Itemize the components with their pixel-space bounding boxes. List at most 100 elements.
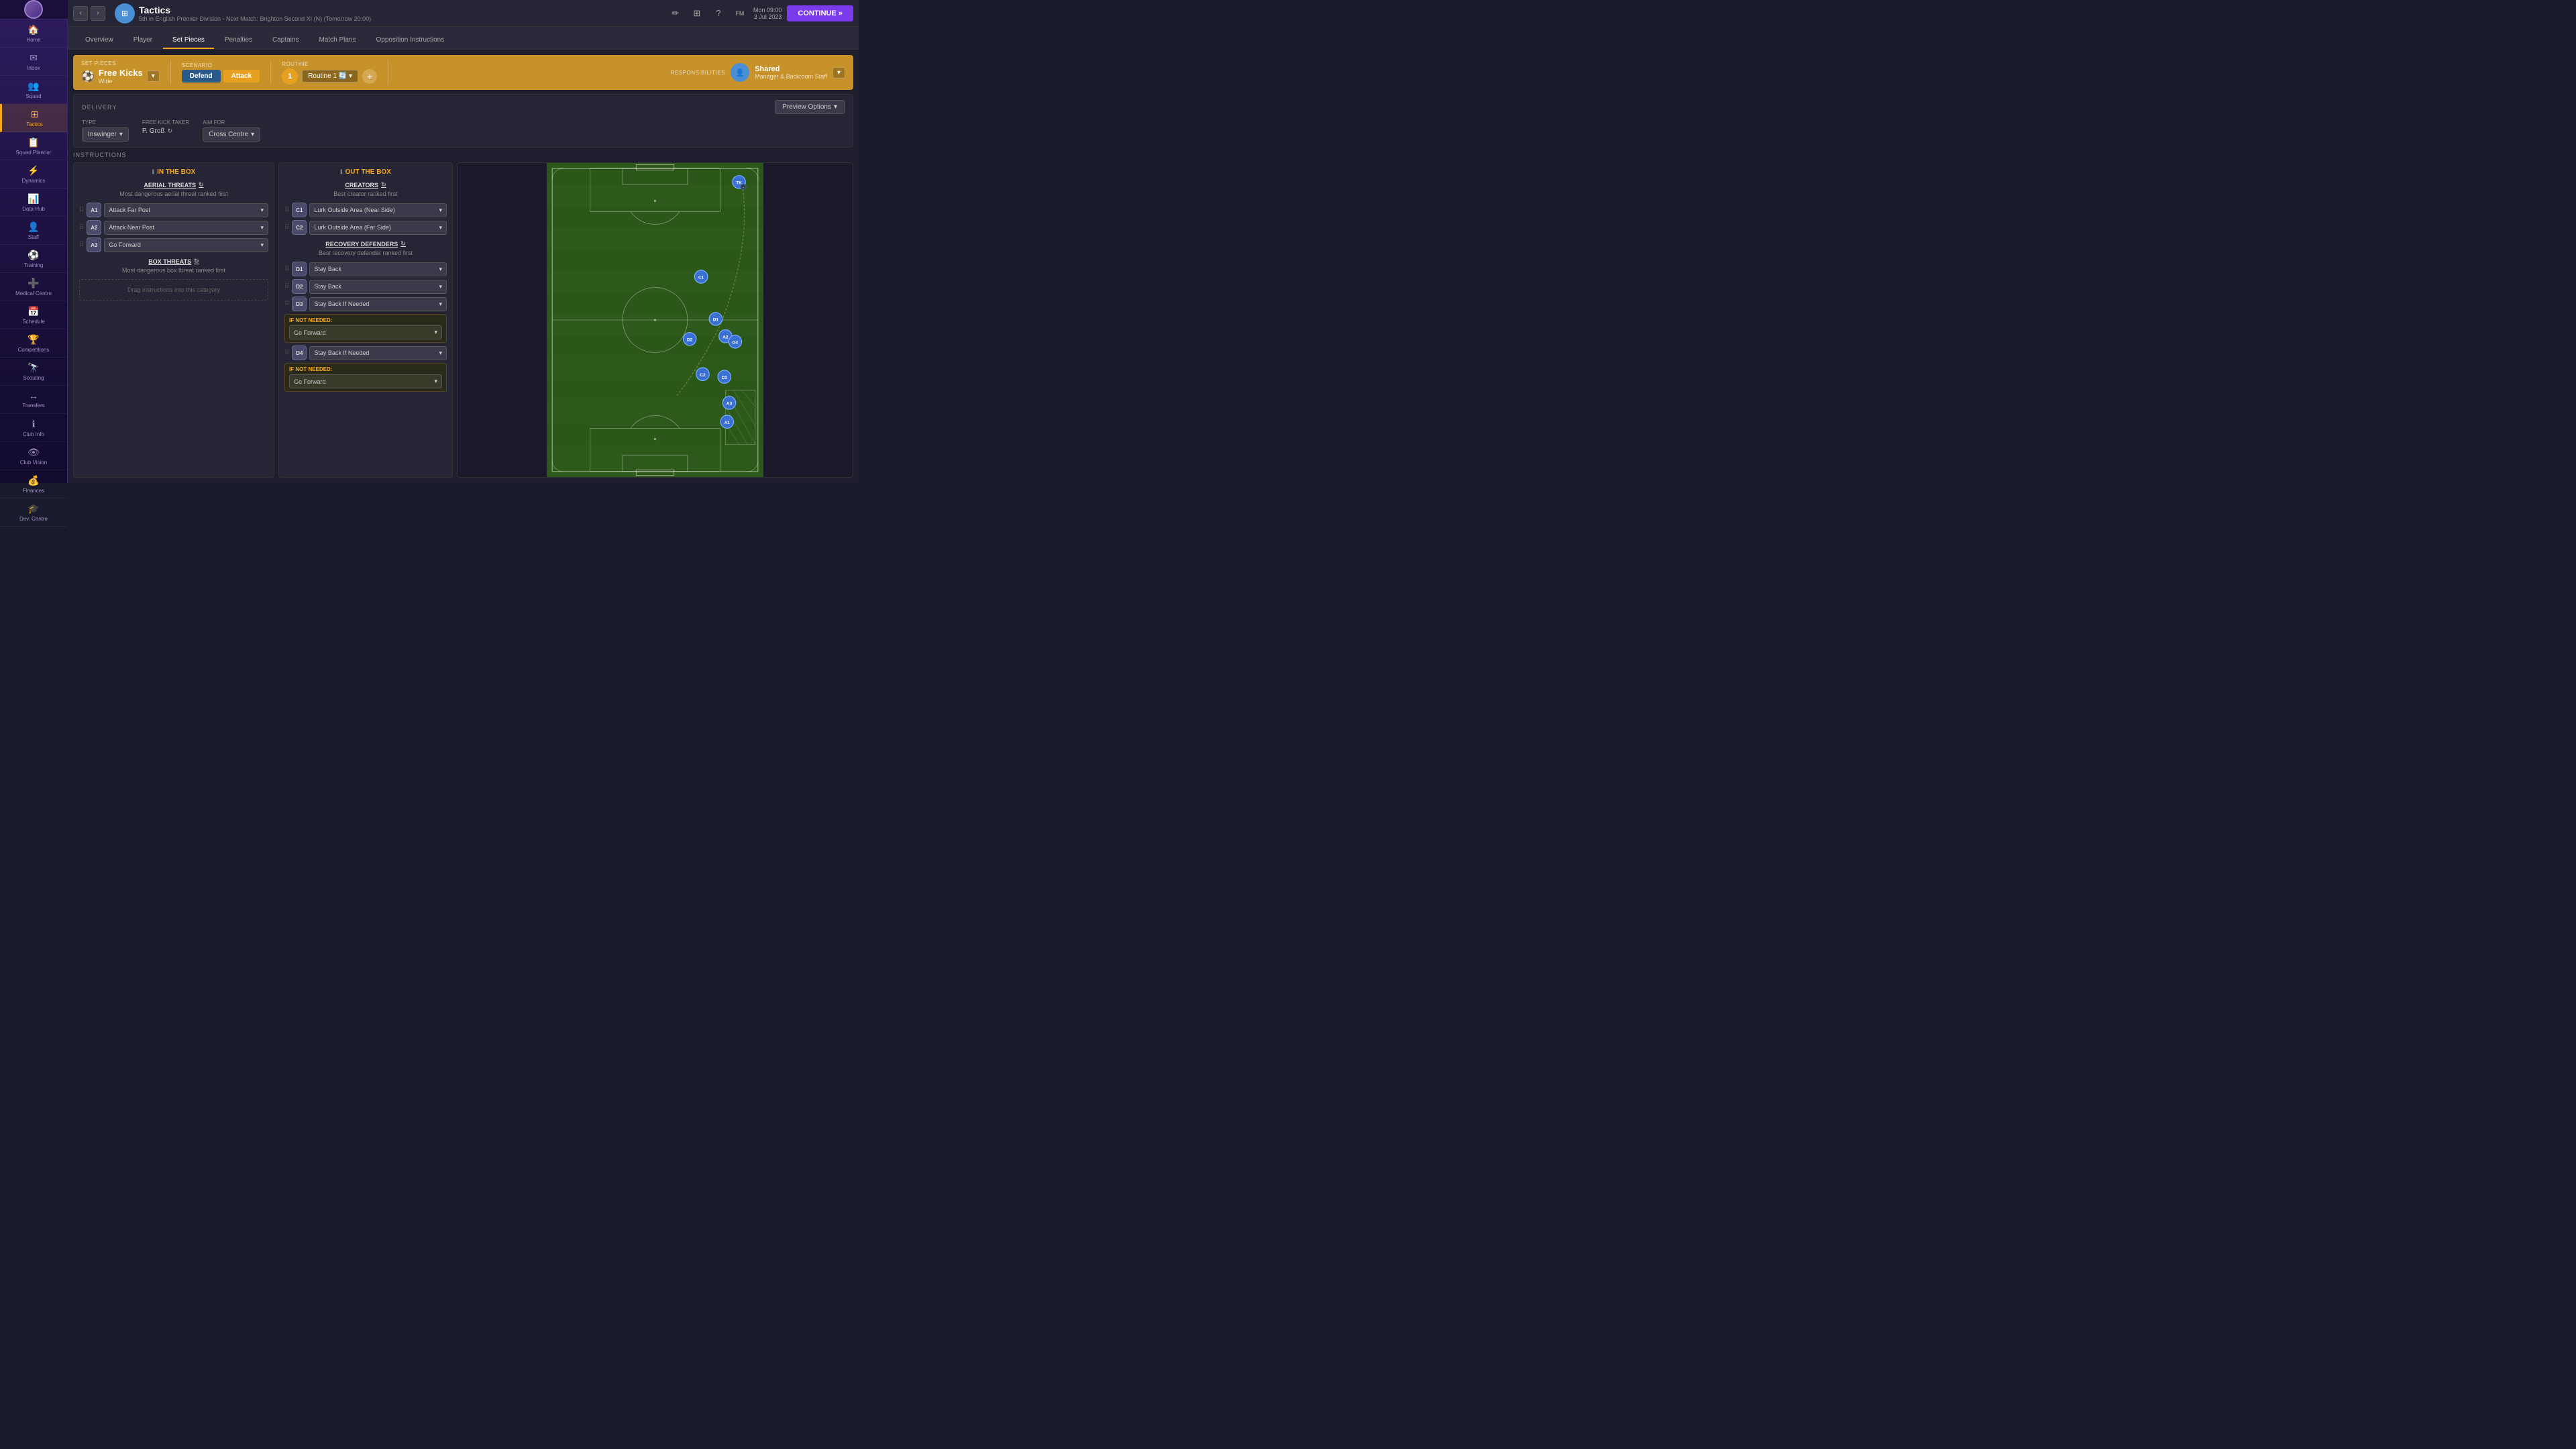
sidebar-item-inbox[interactable]: ✉ Inbox bbox=[0, 48, 67, 76]
attack-button[interactable]: Attack bbox=[223, 70, 260, 83]
tab-opposition[interactable]: Opposition Instructions bbox=[367, 32, 454, 49]
creators-title-text: CREATORS bbox=[345, 182, 378, 189]
drag-handle[interactable]: ⠿ bbox=[79, 224, 84, 231]
in-box-info-icon[interactable]: ℹ bbox=[152, 168, 154, 176]
sidebar-item-squad[interactable]: 👥 Squad bbox=[0, 76, 67, 104]
if-not-select-2[interactable]: Go Forward ▾ bbox=[289, 374, 442, 388]
if-not-select-1[interactable]: Go Forward ▾ bbox=[289, 325, 442, 339]
recovery-d3: ⠿ D3 Stay Back If Needed ▾ bbox=[284, 297, 447, 311]
sidebar-item-squad-planner[interactable]: 📋 Squad Planner bbox=[0, 132, 67, 160]
help-icon[interactable]: ? bbox=[710, 5, 727, 21]
delivery-fields: TYPE Inswinger ▾ FREE KICK TAKER P. Groß… bbox=[82, 119, 845, 142]
sp-dropdown-button[interactable]: ▾ bbox=[147, 70, 160, 82]
date-full: 3 Jul 2023 bbox=[753, 13, 782, 20]
tab-player[interactable]: Player bbox=[124, 32, 162, 49]
sidebar-item-training[interactable]: ⚽ Training bbox=[0, 245, 67, 273]
player-badge-c1: C1 bbox=[292, 203, 307, 217]
creator-c2: ⠿ C2 Lurk Outside Area (Far Side) ▾ bbox=[284, 220, 447, 235]
instruction-select-a2[interactable]: Attack Near Post ▾ bbox=[104, 221, 268, 235]
drag-handle[interactable]: ⠿ bbox=[284, 283, 289, 290]
type-select[interactable]: Inswinger ▾ bbox=[82, 127, 129, 142]
routine-add-button[interactable]: + bbox=[362, 69, 377, 84]
aim-select[interactable]: Cross Centre ▾ bbox=[203, 127, 260, 142]
recovery2-select-d4[interactable]: Stay Back If Needed ▾ bbox=[309, 346, 447, 360]
aerial-threats-refresh-icon[interactable]: ↻ bbox=[199, 181, 204, 189]
puzzle-icon[interactable]: ⊞ bbox=[689, 5, 705, 21]
nav-back-button[interactable]: ‹ bbox=[73, 6, 88, 21]
creator-c1: ⠿ C1 Lurk Outside Area (Near Side) ▾ bbox=[284, 203, 447, 217]
tab-captains[interactable]: Captains bbox=[263, 32, 308, 49]
sidebar-item-tactics[interactable]: ⊞ Tactics bbox=[0, 104, 67, 132]
sidebar-item-medical[interactable]: ➕ Medical Centre bbox=[0, 273, 67, 301]
recovery-chevron: ▾ bbox=[439, 266, 442, 273]
delivery-header: DELIVERY Preview Options ▾ bbox=[82, 100, 845, 114]
sidebar-label-squad-planner: Squad Planner bbox=[16, 150, 52, 156]
routine-select[interactable]: Routine 1 🔄 ▾ bbox=[302, 70, 358, 83]
creators-list: ⠿ C1 Lurk Outside Area (Near Side) ▾ ⠿ C… bbox=[284, 203, 447, 235]
resp-dropdown-button[interactable]: ▾ bbox=[833, 67, 845, 78]
sidebar-label-scouting: Scouting bbox=[23, 375, 44, 381]
aerial-threats-title: AERIAL THREATS ↻ bbox=[79, 181, 268, 189]
preview-chevron-icon: ▾ bbox=[834, 103, 837, 111]
taker-field-label: FREE KICK TAKER bbox=[142, 119, 189, 125]
in-box-title-text: IN THE BOX bbox=[157, 168, 195, 176]
out-box-info-icon[interactable]: ℹ bbox=[340, 168, 342, 176]
sidebar-item-data-hub[interactable]: 📊 Data Hub bbox=[0, 189, 67, 217]
recovery-select-d3[interactable]: Stay Back If Needed ▾ bbox=[309, 297, 447, 311]
tactics-icon: ⊞ bbox=[31, 109, 39, 120]
sidebar-item-dev-centre[interactable]: 🎓 Dev. Centre bbox=[0, 498, 67, 527]
sidebar-item-dynamics[interactable]: ⚡ Dynamics bbox=[0, 160, 67, 189]
drag-handle[interactable]: ⠿ bbox=[284, 350, 289, 357]
drag-handle[interactable]: ⠿ bbox=[284, 224, 289, 231]
drag-handle[interactable]: ⠿ bbox=[79, 241, 84, 249]
creators-refresh-icon[interactable]: ↻ bbox=[381, 181, 386, 189]
sidebar-label-data-hub: Data Hub bbox=[22, 206, 45, 212]
creator-select-c2[interactable]: Lurk Outside Area (Far Side) ▾ bbox=[309, 221, 447, 235]
scouting-icon: 🔭 bbox=[28, 362, 39, 374]
svg-text:D3: D3 bbox=[722, 376, 728, 380]
taker-field-group: FREE KICK TAKER P. Groß ↻ bbox=[142, 119, 189, 135]
sidebar-item-transfers[interactable]: ↔ Transfers bbox=[0, 386, 67, 414]
creator-select-c1[interactable]: Lurk Outside Area (Near Side) ▾ bbox=[309, 203, 447, 217]
recovery-value: Stay Back bbox=[314, 266, 341, 272]
drag-handle[interactable]: ⠿ bbox=[79, 207, 84, 214]
recovery-refresh-icon[interactable]: ↻ bbox=[400, 240, 406, 248]
box-threats-refresh-icon[interactable]: ↻ bbox=[194, 258, 199, 265]
preview-options-button[interactable]: Preview Options ▾ bbox=[775, 100, 845, 114]
recovery-select-d1[interactable]: Stay Back ▾ bbox=[309, 262, 447, 276]
sidebar-item-finances[interactable]: 💰 Finances bbox=[0, 470, 67, 498]
sidebar-item-home[interactable]: 🏠 Home bbox=[0, 19, 67, 48]
taker-refresh-icon[interactable]: ↻ bbox=[168, 127, 173, 135]
instruction-select-a1[interactable]: Attack Far Post ▾ bbox=[104, 203, 268, 217]
box-threats-drop-zone: Drag instructions into this category bbox=[79, 279, 268, 301]
squad-icon: 👥 bbox=[28, 80, 39, 92]
edit-icon[interactable]: ✏ bbox=[667, 5, 684, 21]
sp-divider-2 bbox=[270, 60, 271, 85]
drag-handle[interactable]: ⠿ bbox=[284, 266, 289, 273]
sidebar-item-staff[interactable]: 👤 Staff bbox=[0, 217, 67, 245]
tab-match-plans[interactable]: Match Plans bbox=[309, 32, 365, 49]
recovery-chevron: ▾ bbox=[439, 283, 442, 290]
sidebar-item-scouting[interactable]: 🔭 Scouting bbox=[0, 358, 67, 386]
tab-set-pieces[interactable]: Set Pieces bbox=[163, 32, 214, 49]
nav-forward-button[interactable]: › bbox=[91, 6, 105, 21]
sidebar-item-club-info[interactable]: ℹ Club Info bbox=[0, 414, 67, 442]
sidebar-item-schedule[interactable]: 📅 Schedule bbox=[0, 301, 67, 329]
svg-text:D1: D1 bbox=[713, 318, 719, 323]
drag-handle[interactable]: ⠿ bbox=[284, 301, 289, 308]
creators-title: CREATORS ↻ bbox=[284, 181, 447, 189]
defend-button[interactable]: Defend bbox=[182, 70, 221, 83]
recovery2-chevron: ▾ bbox=[439, 350, 442, 357]
resp-avatar: 👤 bbox=[731, 63, 749, 82]
topbar: ‹ › ⊞ Tactics 5th in English Premier Div… bbox=[68, 0, 859, 27]
drag-handle[interactable]: ⠿ bbox=[284, 207, 289, 214]
sidebar-item-club-vision[interactable]: 👁 Club Vision bbox=[0, 442, 67, 470]
instruction-select-a3[interactable]: Go Forward ▾ bbox=[104, 238, 268, 252]
if-not-value-2: Go Forward bbox=[294, 378, 326, 385]
sidebar-item-competitions[interactable]: 🏆 Competitions bbox=[0, 329, 67, 358]
tab-overview[interactable]: Overview bbox=[76, 32, 123, 49]
tab-penalties[interactable]: Penalties bbox=[215, 32, 262, 49]
svg-text:C2: C2 bbox=[700, 373, 706, 378]
recovery-select-d2[interactable]: Stay Back ▾ bbox=[309, 280, 447, 294]
continue-button[interactable]: CONTINUE » bbox=[787, 5, 853, 21]
